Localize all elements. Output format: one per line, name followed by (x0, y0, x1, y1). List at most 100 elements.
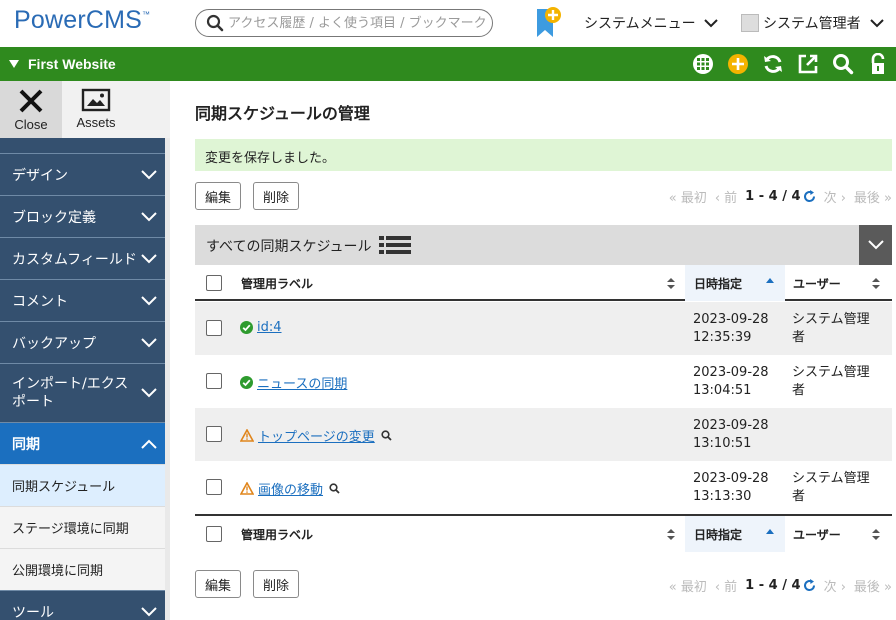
sidebar-item-label: コメント (12, 293, 68, 310)
avatar (741, 14, 759, 32)
delete-button[interactable]: 削除 (253, 182, 300, 210)
site-bar: First Website (0, 47, 896, 81)
sidebar-item-design[interactable]: デザイン (0, 153, 165, 195)
sidebar-item-backup[interactable]: バックアップ (0, 321, 165, 363)
preview-search-icon[interactable] (329, 483, 340, 494)
pager-last[interactable]: 最後 » (854, 187, 892, 206)
site-selector[interactable]: First Website (8, 56, 116, 72)
chevron-up-icon (141, 439, 157, 449)
chevron-down-icon (703, 19, 718, 28)
search-icon (206, 14, 224, 32)
edit-button[interactable]: 編集 (195, 182, 242, 210)
pager-next[interactable]: 次 › (824, 187, 846, 206)
refresh-icon[interactable] (803, 579, 816, 592)
check-circle-icon (240, 321, 253, 334)
caret-down-icon (9, 60, 19, 68)
schedule-date: 2023-09-28 12:35:39 (693, 312, 769, 345)
sidebar-tabs: Close Assets (0, 81, 170, 138)
system-menu[interactable]: システムメニュー (584, 13, 718, 33)
sidebar-subitem-sync-schedule[interactable]: 同期スケジュール (0, 464, 165, 506)
sort-icon[interactable] (872, 278, 880, 289)
sidebar-scrollbar[interactable] (165, 138, 170, 620)
column-label[interactable]: 管理用ラベル (241, 265, 313, 301)
sidebar-item-label: インポート/エクスポート (12, 376, 129, 410)
sort-icon[interactable] (667, 529, 675, 540)
row-checkbox[interactable] (206, 426, 222, 442)
column-label[interactable]: 管理用ラベル (241, 516, 313, 552)
sidebar-item-sync[interactable]: 同期 (0, 422, 165, 464)
table-row: トップページの変更 2023-09-28 13:10:51 (195, 408, 892, 461)
schedule-user: システム管理者 (792, 471, 870, 504)
search-input[interactable] (228, 13, 486, 33)
chevron-down-icon (869, 19, 884, 28)
sidebar-item-tools[interactable]: ツール (0, 590, 165, 620)
chevron-down-icon (141, 388, 157, 398)
chevron-down-icon (141, 606, 157, 616)
pager-last[interactable]: 最後 » (854, 576, 892, 595)
filter-toggle[interactable] (859, 225, 892, 265)
sort-asc-icon[interactable] (766, 278, 774, 284)
row-checkbox[interactable] (206, 373, 222, 389)
sidebar-item-label: バックアップ (12, 335, 96, 352)
chevron-down-icon (141, 337, 157, 347)
row-checkbox[interactable] (206, 479, 222, 495)
sidebar-item-blocks[interactable]: ブロック定義 (0, 195, 165, 237)
select-all-checkbox[interactable] (206, 526, 222, 542)
add-circle-icon[interactable] (726, 52, 750, 76)
select-all-checkbox[interactable] (206, 275, 222, 291)
sidebar-item-custom-fields[interactable]: カスタムフィールド (0, 237, 165, 279)
powercms-logo[interactable]: PowerCMS™ (14, 6, 150, 35)
table-footer: 管理用ラベル 日時指定 ユーザー (195, 514, 892, 552)
top-header: PowerCMS™ システムメニュー システム管理者 (0, 0, 896, 47)
preview-search-icon[interactable] (381, 430, 392, 441)
pager-prev[interactable]: ‹ 前 (715, 576, 737, 595)
external-link-icon[interactable] (796, 52, 820, 76)
pager-bottom: « 最初 ‹ 前 1 - 4 / 4 次 › 最後 » (669, 576, 892, 595)
search-icon[interactable] (831, 52, 855, 76)
sidebar-item-label: ツール (12, 604, 54, 620)
pager-top: « 最初 ‹ 前 1 - 4 / 4 次 › 最後 » (669, 187, 892, 206)
sidebar-subitem-sync-public[interactable]: 公開環境に同期 (0, 548, 165, 590)
sidebar-item-label: ブロック定義 (12, 209, 96, 226)
tab-assets[interactable]: Assets (62, 81, 130, 138)
sidebar-subitem-sync-stage[interactable]: ステージ環境に同期 (0, 506, 165, 548)
refresh-icon[interactable] (803, 190, 816, 203)
schedule-link[interactable]: ニュースの同期 (257, 373, 347, 392)
column-user[interactable]: ユーザー (793, 265, 841, 301)
chevron-down-icon (141, 295, 157, 305)
sidebar-item-comments[interactable]: コメント (0, 279, 165, 321)
column-user[interactable]: ユーザー (793, 516, 841, 552)
grid-icon[interactable] (691, 52, 715, 76)
unlock-icon[interactable] (866, 52, 890, 76)
schedule-link[interactable]: 画像の移動 (258, 479, 323, 498)
sidebar-item-import-export[interactable]: インポート/エクスポート (0, 363, 165, 422)
list-title: すべての同期スケジュール (206, 239, 372, 255)
chevron-down-icon (141, 211, 157, 221)
pager-first[interactable]: « 最初 (669, 576, 707, 595)
sort-icon[interactable] (872, 529, 880, 540)
sidebar-subitem-label: ステージ環境に同期 (12, 522, 129, 537)
schedule-link[interactable]: id:4 (257, 320, 282, 335)
refresh-icon[interactable] (761, 52, 785, 76)
schedule-link[interactable]: トップページの変更 (258, 426, 375, 445)
list-view-icon[interactable] (379, 235, 411, 255)
row-checkbox[interactable] (206, 320, 222, 336)
warning-icon (240, 482, 254, 495)
warning-icon (240, 429, 254, 442)
delete-button[interactable]: 削除 (253, 570, 300, 598)
image-icon (81, 88, 111, 112)
edit-button[interactable]: 編集 (195, 570, 242, 598)
sort-icon[interactable] (667, 278, 675, 289)
schedule-date: 2023-09-28 13:10:51 (693, 418, 769, 451)
pager-prev[interactable]: ‹ 前 (715, 187, 737, 206)
sort-asc-icon[interactable] (766, 529, 774, 535)
pager-next[interactable]: 次 › (824, 576, 846, 595)
table-row: ニュースの同期 2023-09-28 13:04:51 システム管理者 (195, 355, 892, 408)
add-bookmark-icon[interactable] (533, 5, 563, 41)
pager-first[interactable]: « 最初 (669, 187, 707, 206)
user-menu[interactable]: システム管理者 (741, 13, 884, 33)
tab-close[interactable]: Close (0, 81, 62, 138)
search-box[interactable] (195, 9, 493, 37)
table-header: 管理用ラベル 日時指定 ユーザー (195, 265, 892, 301)
user-name: システム管理者 (763, 16, 861, 32)
